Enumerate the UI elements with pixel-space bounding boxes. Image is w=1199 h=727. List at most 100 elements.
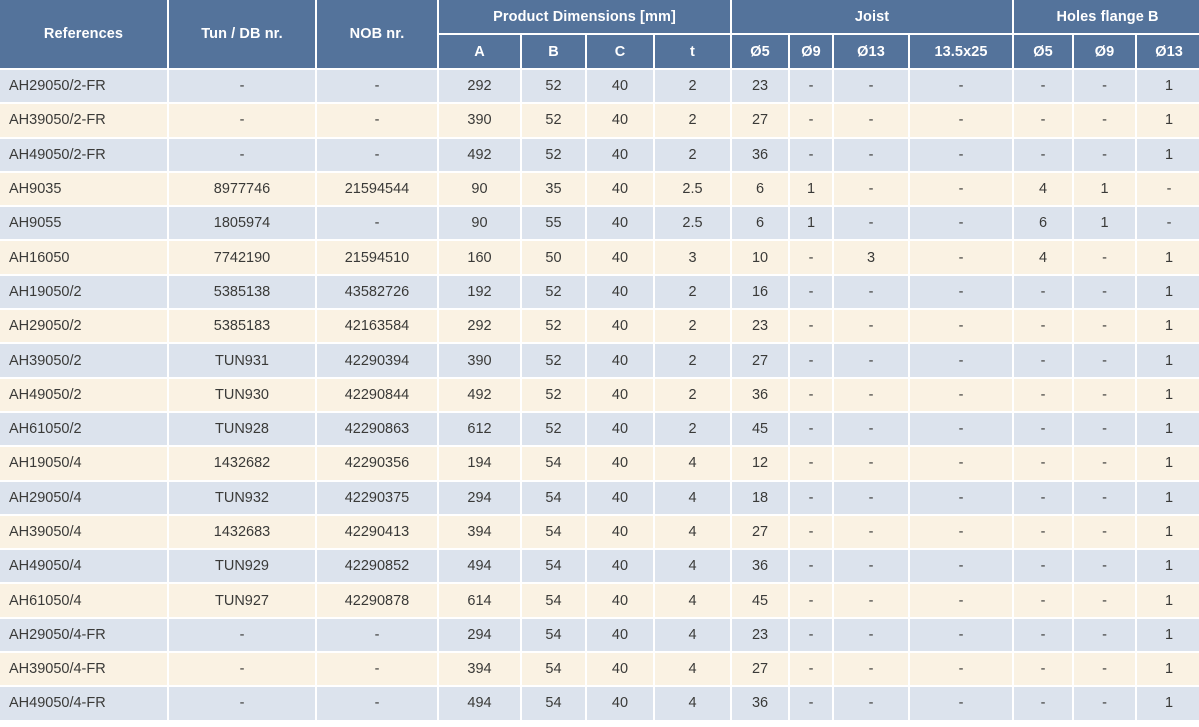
cell-joist-d13: - (833, 481, 909, 515)
cell-tun-db-nr: TUN927 (168, 583, 316, 617)
cell-dim-t: 4 (654, 515, 731, 549)
cell-dim-b: 52 (521, 275, 586, 309)
cell-joist-13-5x25: - (909, 378, 1013, 412)
cell-dim-t: 4 (654, 446, 731, 480)
header-joist-d9: Ø9 (789, 34, 833, 69)
cell-joist-d13: - (833, 69, 909, 103)
cell-joist-13-5x25: - (909, 138, 1013, 172)
cell-flange-d9: - (1073, 583, 1136, 617)
cell-dim-c: 40 (586, 446, 654, 480)
cell-tun-db-nr: 8977746 (168, 172, 316, 206)
cell-dim-a: 394 (438, 652, 521, 686)
header-group-holes-flange-b: Holes flange B (1013, 0, 1199, 34)
cell-dim-b: 52 (521, 309, 586, 343)
header-group-joist: Joist (731, 0, 1013, 34)
cell-joist-d5: 23 (731, 618, 789, 652)
cell-dim-b: 54 (521, 618, 586, 652)
table-row: AH39050/2-FR--3905240227-----1 (0, 103, 1199, 137)
cell-dim-a: 394 (438, 515, 521, 549)
cell-nob-nr: - (316, 103, 438, 137)
cell-joist-d13: - (833, 652, 909, 686)
cell-joist-13-5x25: - (909, 69, 1013, 103)
cell-joist-d5: 45 (731, 412, 789, 446)
cell-joist-d5: 23 (731, 309, 789, 343)
cell-flange-d13: 1 (1136, 549, 1199, 583)
cell-references: AH39050/4 (0, 515, 168, 549)
cell-joist-d9: - (789, 275, 833, 309)
cell-nob-nr: 21594510 (316, 240, 438, 274)
cell-joist-d9: - (789, 240, 833, 274)
header-group-row: References Tun / DB nr. NOB nr. Product … (0, 0, 1199, 34)
cell-flange-d5: - (1013, 378, 1073, 412)
cell-joist-d13: - (833, 549, 909, 583)
cell-flange-d5: - (1013, 69, 1073, 103)
cell-joist-d13: - (833, 138, 909, 172)
cell-joist-13-5x25: - (909, 172, 1013, 206)
cell-joist-d9: - (789, 583, 833, 617)
cell-flange-d9: - (1073, 343, 1136, 377)
cell-flange-d5: - (1013, 138, 1073, 172)
cell-tun-db-nr: TUN929 (168, 549, 316, 583)
cell-dim-t: 4 (654, 549, 731, 583)
cell-flange-d5: 4 (1013, 172, 1073, 206)
cell-joist-d9: 1 (789, 172, 833, 206)
cell-dim-t: 2.5 (654, 206, 731, 240)
cell-dim-c: 40 (586, 172, 654, 206)
cell-dim-t: 2 (654, 69, 731, 103)
cell-flange-d13: - (1136, 206, 1199, 240)
cell-dim-a: 90 (438, 206, 521, 240)
cell-joist-d13: 3 (833, 240, 909, 274)
cell-flange-d9: - (1073, 652, 1136, 686)
cell-joist-d5: 12 (731, 446, 789, 480)
cell-dim-c: 40 (586, 378, 654, 412)
cell-joist-d13: - (833, 309, 909, 343)
header-dim-t: t (654, 34, 731, 69)
cell-tun-db-nr: - (168, 686, 316, 720)
table-row: AH39050/41432683422904133945440427-----1 (0, 515, 1199, 549)
table-row: AH39050/4-FR--3945440427-----1 (0, 652, 1199, 686)
cell-flange-d5: - (1013, 549, 1073, 583)
table-row: AH160507742190215945101605040310-3-4-1 (0, 240, 1199, 274)
cell-nob-nr: 42290852 (316, 549, 438, 583)
table-row: AH90358977746215945449035402.561--41- (0, 172, 1199, 206)
cell-references: AH9035 (0, 172, 168, 206)
cell-dim-a: 492 (438, 138, 521, 172)
cell-joist-d13: - (833, 412, 909, 446)
cell-references: AH19050/2 (0, 275, 168, 309)
table-row: AH29050/25385183421635842925240223-----1 (0, 309, 1199, 343)
cell-flange-d5: - (1013, 275, 1073, 309)
cell-dim-b: 54 (521, 549, 586, 583)
cell-joist-d5: 27 (731, 343, 789, 377)
cell-dim-b: 52 (521, 412, 586, 446)
cell-references: AH29050/4 (0, 481, 168, 515)
table-row: AH29050/2-FR--2925240223-----1 (0, 69, 1199, 103)
cell-dim-a: 292 (438, 309, 521, 343)
cell-dim-t: 4 (654, 686, 731, 720)
table-row: AH90551805974-9055402.561--61- (0, 206, 1199, 240)
cell-dim-b: 52 (521, 343, 586, 377)
cell-nob-nr: 42290844 (316, 378, 438, 412)
cell-references: AH49050/2 (0, 378, 168, 412)
cell-joist-d13: - (833, 618, 909, 652)
table-row: AH29050/4TUN932422903752945440418-----1 (0, 481, 1199, 515)
cell-dim-a: 390 (438, 103, 521, 137)
cell-joist-d9: - (789, 412, 833, 446)
cell-dim-a: 294 (438, 618, 521, 652)
cell-dim-b: 35 (521, 172, 586, 206)
cell-joist-d9: - (789, 446, 833, 480)
cell-dim-c: 40 (586, 583, 654, 617)
table-row: AH19050/41432682422903561945440412-----1 (0, 446, 1199, 480)
cell-joist-d5: 36 (731, 138, 789, 172)
cell-tun-db-nr: 1432683 (168, 515, 316, 549)
cell-flange-d9: - (1073, 618, 1136, 652)
cell-references: AH61050/2 (0, 412, 168, 446)
cell-flange-d5: 6 (1013, 206, 1073, 240)
cell-joist-d13: - (833, 343, 909, 377)
table-row: AH49050/4TUN929422908524945440436-----1 (0, 549, 1199, 583)
cell-nob-nr: 42290356 (316, 446, 438, 480)
cell-references: AH49050/2-FR (0, 138, 168, 172)
cell-dim-t: 2 (654, 275, 731, 309)
table-header: References Tun / DB nr. NOB nr. Product … (0, 0, 1199, 69)
cell-dim-t: 2 (654, 309, 731, 343)
cell-dim-t: 2 (654, 138, 731, 172)
